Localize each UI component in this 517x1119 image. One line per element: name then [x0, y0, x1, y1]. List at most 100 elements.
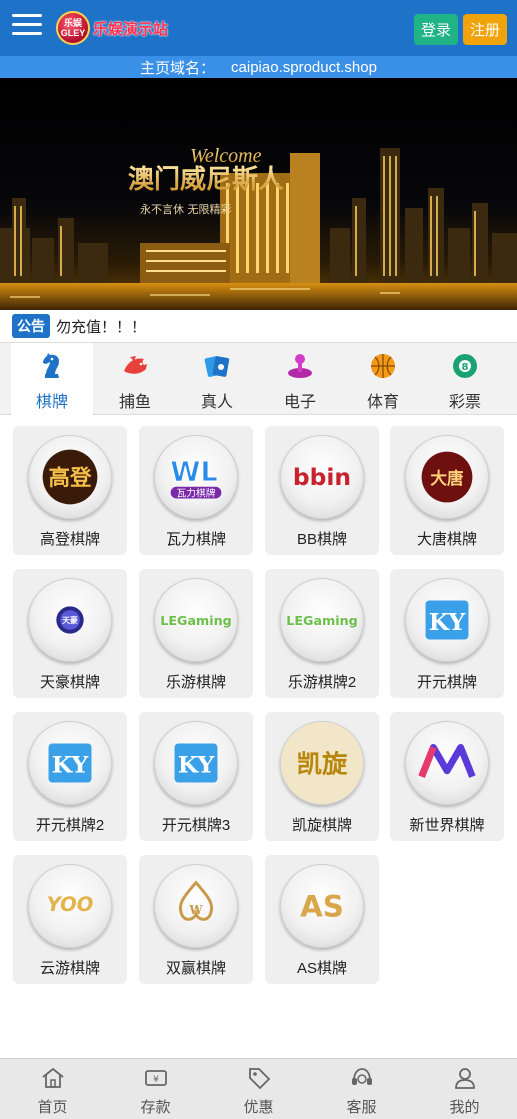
- svg-text:W: W: [188, 903, 203, 917]
- game-logo: 高登: [28, 435, 112, 519]
- game-card[interactable]: 天豪 天豪棋牌: [13, 569, 127, 698]
- basketball-icon: [371, 354, 395, 378]
- svg-text:凯旋: 凯旋: [297, 749, 348, 779]
- banner-welcome: Welcome: [190, 145, 262, 167]
- tab-chess[interactable]: 棋牌: [11, 343, 93, 424]
- nav-promotions[interactable]: 优惠: [207, 1059, 310, 1119]
- game-name: 乐游棋牌: [165, 674, 226, 691]
- domain-value: caipiao.sproduct.shop: [231, 58, 377, 76]
- svg-text:KY: KY: [429, 608, 466, 636]
- game-name: 双赢棋牌: [165, 960, 226, 977]
- hero-banner[interactable]: Welcome 澳门威尼斯人 永不言休 无限精彩: [0, 78, 517, 310]
- game-card[interactable]: LEGaming 乐游棋牌2: [265, 569, 379, 698]
- kaiyuan-logo: KY: [425, 600, 469, 640]
- tab-lottery[interactable]: 8 彩票: [424, 343, 506, 415]
- svg-text:LEGaming: LEGaming: [286, 613, 357, 628]
- game-card[interactable]: WL 瓦力棋牌 瓦力棋牌: [139, 426, 253, 555]
- game-card[interactable]: KY 开元棋牌2: [13, 712, 127, 841]
- menu-icon[interactable]: [12, 14, 42, 40]
- tab-label: 捕鱼: [118, 394, 151, 411]
- game-name: 开元棋牌: [416, 674, 477, 691]
- nav-support[interactable]: 客服: [310, 1059, 413, 1119]
- game-name: 大唐棋牌: [416, 531, 477, 548]
- svg-text:WL: WL: [170, 457, 218, 488]
- kaixuan-logo: 凯旋: [281, 722, 363, 804]
- banner-subtitle: 永不言休 无限精彩: [140, 202, 232, 216]
- game-logo: LEGaming: [154, 578, 238, 662]
- nav-label: 首页: [37, 1099, 68, 1116]
- game-card[interactable]: 大唐 大唐棋牌: [390, 426, 504, 555]
- banner-title: 澳门威尼斯人: [128, 164, 284, 195]
- category-tabs: 棋牌 捕鱼 真人 电子 体育 8 彩票: [0, 342, 517, 424]
- game-logo: KY: [154, 721, 238, 805]
- nav-label: 优惠: [243, 1099, 274, 1116]
- game-card[interactable]: KY 开元棋牌3: [139, 712, 253, 841]
- new-world-logo: [418, 743, 476, 778]
- notice-text: 勿充值！！！: [56, 318, 147, 336]
- yoo-logo: YOO: [47, 893, 94, 916]
- svg-text:8: 8: [462, 362, 469, 373]
- game-logo: 大唐: [405, 435, 489, 519]
- game-card[interactable]: 高登 高登棋牌: [13, 426, 127, 555]
- tag-icon: [248, 1068, 270, 1090]
- game-card[interactable]: W 双赢棋牌: [139, 855, 253, 984]
- fish-icon: [124, 356, 147, 374]
- site-logo[interactable]: 乐娱 GLEY 乐娱演示站: [56, 11, 168, 45]
- nav-label: 客服: [346, 1099, 377, 1116]
- joystick-icon: [288, 354, 312, 378]
- game-logo: KY: [28, 721, 112, 805]
- game-logo: [405, 721, 489, 805]
- svg-text:KY: KY: [178, 751, 215, 779]
- wali-logo: WL 瓦力棋牌: [170, 456, 222, 500]
- game-grid: 高登 高登棋牌 WL 瓦力棋牌 瓦力棋牌 bbin BB棋牌 大唐 大唐棋牌 天…: [0, 415, 517, 1058]
- login-button[interactable]: 登录: [414, 14, 458, 45]
- game-card[interactable]: AS AS棋牌: [265, 855, 379, 984]
- svg-text:bbin: bbin: [293, 463, 351, 491]
- notice-bar: 公告 勿充值！！！: [0, 310, 517, 342]
- game-card[interactable]: LEGaming 乐游棋牌: [139, 569, 253, 698]
- svg-text:¥: ¥: [153, 1075, 159, 1085]
- game-card[interactable]: bbin BB棋牌: [265, 426, 379, 555]
- tab-label: 真人: [200, 394, 233, 411]
- datang-logo: 大唐: [421, 451, 473, 503]
- game-name: BB棋牌: [296, 531, 347, 548]
- game-name: 凯旋棋牌: [291, 817, 352, 834]
- deposit-icon: ¥: [144, 1070, 167, 1086]
- lottery-ball-icon: 8: [453, 354, 477, 378]
- kaiyuan-logo: KY: [48, 743, 92, 783]
- domain-bar: 主页域名： caipiao.sproduct.shop: [0, 56, 517, 78]
- user-icon: [454, 1068, 475, 1089]
- game-card[interactable]: YOO 云游棋牌: [13, 855, 127, 984]
- logo-badge: 乐娱 GLEY: [56, 11, 90, 45]
- game-name: 天豪棋牌: [39, 674, 100, 691]
- svg-text:天豪: 天豪: [62, 615, 78, 625]
- game-name: 乐游棋牌2: [287, 674, 357, 691]
- tab-live[interactable]: 真人: [176, 343, 258, 415]
- svg-text:大唐: 大唐: [430, 468, 463, 488]
- register-button[interactable]: 注册: [463, 14, 507, 45]
- nav-home[interactable]: 首页: [1, 1059, 104, 1119]
- tab-fishing[interactable]: 捕鱼: [94, 343, 176, 415]
- nav-deposit[interactable]: ¥ 存款: [104, 1059, 207, 1119]
- tab-sports[interactable]: 体育: [342, 343, 424, 415]
- game-logo: AS: [280, 864, 364, 948]
- domain-label: 主页域名：: [140, 59, 216, 77]
- svg-text:KY: KY: [52, 751, 89, 779]
- game-card[interactable]: 凯旋 凯旋棋牌: [265, 712, 379, 841]
- game-card[interactable]: 新世界棋牌: [390, 712, 504, 841]
- game-name: 瓦力棋牌: [165, 531, 226, 548]
- svg-text:YOO: YOO: [47, 893, 94, 916]
- game-name: 云游棋牌: [39, 960, 100, 977]
- game-logo: LEGaming: [280, 578, 364, 662]
- nav-profile[interactable]: 我的: [413, 1059, 516, 1119]
- game-name: AS棋牌: [296, 960, 347, 977]
- headset-icon: [351, 1068, 372, 1085]
- game-logo: 凯旋: [280, 721, 364, 805]
- game-logo: YOO: [28, 864, 112, 948]
- game-card[interactable]: KY 开元棋牌: [390, 569, 504, 698]
- svg-text:LEGaming: LEGaming: [160, 613, 231, 628]
- knight-icon: [43, 353, 59, 378]
- tab-slots[interactable]: 电子: [259, 343, 341, 415]
- bbin-logo: bbin: [293, 463, 351, 491]
- cards-icon: [204, 356, 230, 377]
